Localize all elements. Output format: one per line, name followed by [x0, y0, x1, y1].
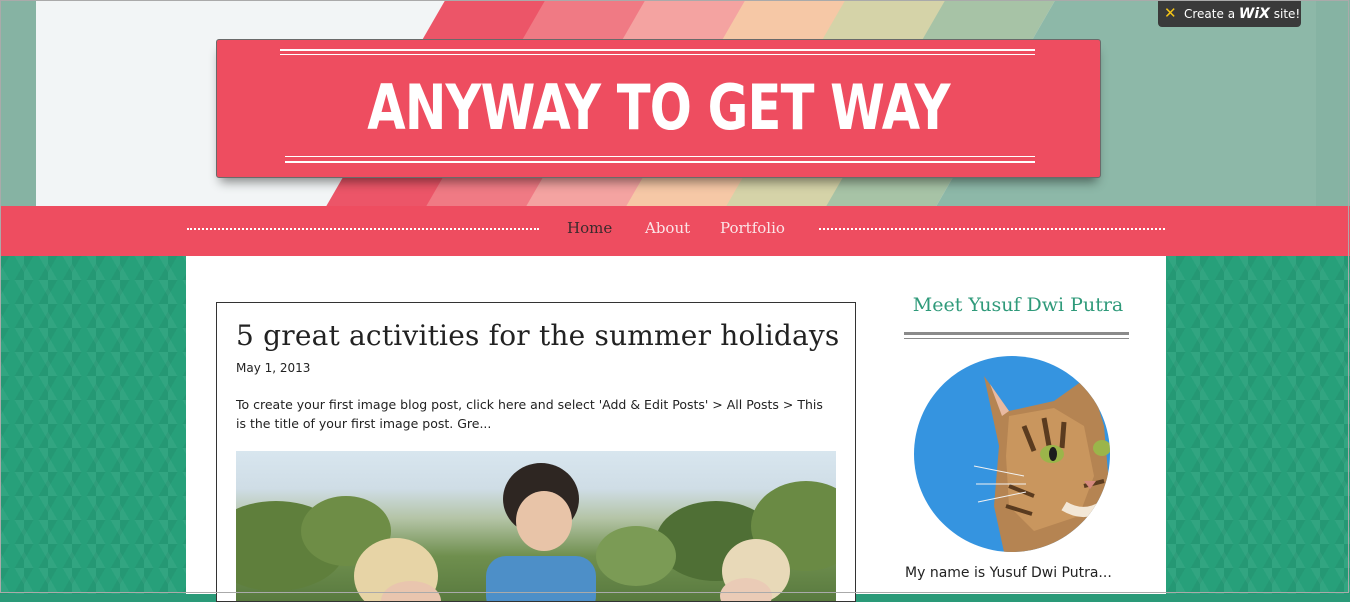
post-excerpt: To create your first image blog post, cl…: [236, 397, 823, 431]
nav-divider-right: [819, 228, 1165, 230]
post-date: May 1, 2013: [236, 361, 311, 375]
banner-rule: [280, 54, 1035, 55]
post-title[interactable]: 5 great activities for the summer holida…: [236, 319, 839, 352]
nav-item-about[interactable]: About: [645, 218, 690, 238]
badge-brand: WiX: [1238, 6, 1270, 22]
sidebar-title: Meet Yusuf Dwi Putra: [912, 294, 1124, 316]
main-navigation: Home About Portfolio: [0, 206, 1350, 256]
children-photo: [236, 463, 836, 601]
badge-prefix: Create a: [1184, 7, 1236, 21]
banner-rule: [285, 156, 1035, 157]
sidebar-divider-thin: [904, 338, 1129, 339]
create-wix-site-badge[interactable]: ✕ Create a WiX site!: [1158, 1, 1301, 27]
banner-rule: [285, 161, 1035, 163]
badge-suffix: site!: [1273, 7, 1301, 21]
sidebar-divider: [904, 332, 1129, 335]
blog-post-card: 5 great activities for the summer holida…: [216, 302, 856, 602]
nav-item-home[interactable]: Home: [567, 218, 612, 238]
nav-divider-left: [187, 228, 539, 230]
sidebar-bio: My name is Yusuf Dwi Putra...: [905, 565, 1112, 581]
site-header: ANYWAY TO GET WAY: [0, 0, 1350, 206]
content-area: 5 great activities for the summer holida…: [186, 256, 1166, 602]
post-image[interactable]: [236, 451, 836, 601]
nav-item-portfolio[interactable]: Portfolio: [720, 218, 785, 238]
cat-avatar-image: [973, 376, 1110, 552]
avatar[interactable]: [914, 356, 1110, 552]
site-title[interactable]: ANYWAY TO GET WAY: [305, 68, 1011, 148]
banner-rule: [280, 49, 1035, 51]
wix-x-icon: ✕: [1164, 4, 1177, 22]
title-banner: ANYWAY TO GET WAY: [216, 39, 1101, 178]
